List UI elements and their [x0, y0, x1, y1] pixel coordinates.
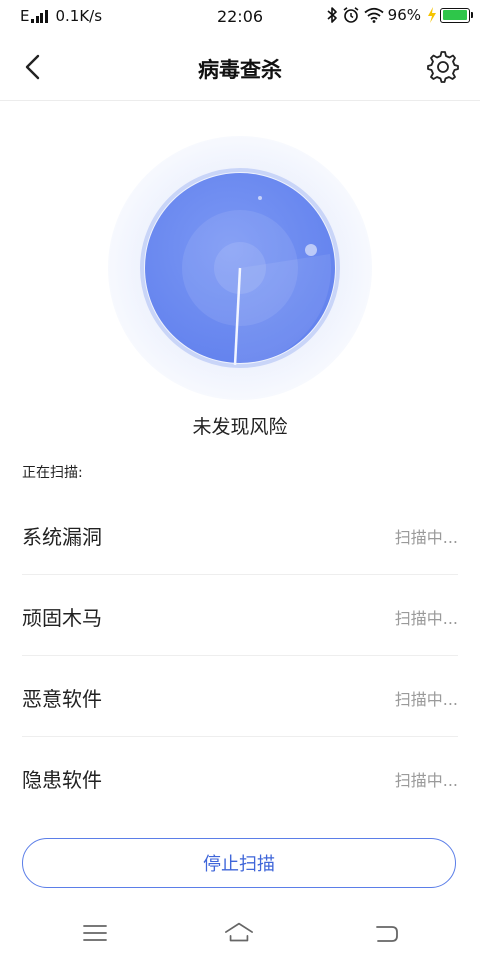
- scan-status-text: 未发现风险: [192, 416, 288, 438]
- nav-bar: 病毒查杀: [0, 34, 480, 101]
- status-bar: E 0.1K/s 22:06 96%: [0, 0, 480, 34]
- battery-icon: [440, 7, 473, 23]
- charging-icon: [428, 7, 436, 23]
- scan-item-status: 扫描中...: [394, 771, 458, 790]
- scan-item-status: 扫描中...: [394, 528, 458, 547]
- home-icon[interactable]: [224, 918, 254, 948]
- scan-list: 系统漏洞 扫描中... 顽固木马 扫描中... 恶意软件 扫描中... 隐患软件…: [22, 494, 458, 817]
- alarm-icon: [343, 7, 359, 23]
- scan-item: 恶意软件 扫描中...: [22, 656, 458, 737]
- system-nav-bar: [0, 908, 480, 960]
- status-right: 96%: [322, 6, 473, 24]
- scanning-label: 正在扫描:: [22, 465, 83, 481]
- radar-blip: [305, 244, 317, 256]
- scan-item-status: 扫描中...: [394, 690, 458, 709]
- scan-item-status: 扫描中...: [394, 609, 458, 628]
- menu-icon[interactable]: [80, 918, 110, 948]
- gear-icon[interactable]: [426, 50, 460, 84]
- battery-fill: [442, 10, 467, 20]
- page-title: 病毒查杀: [198, 58, 282, 82]
- radar-dot: [258, 196, 262, 200]
- bluetooth-icon: [327, 7, 337, 23]
- back-icon[interactable]: [372, 918, 402, 948]
- scan-item-name: 隐患软件: [22, 768, 102, 792]
- wifi-icon: [364, 7, 384, 23]
- stop-scan-button[interactable]: 停止扫描: [22, 838, 456, 888]
- list-fade: [0, 800, 480, 836]
- scan-item-name: 顽固木马: [22, 606, 102, 630]
- scan-radar: [108, 136, 372, 400]
- scan-item-name: 恶意软件: [22, 687, 102, 711]
- scan-item-name: 系统漏洞: [22, 525, 102, 549]
- scan-item: 顽固木马 扫描中...: [22, 575, 458, 656]
- battery-percent: 96%: [387, 6, 421, 24]
- scan-item: 系统漏洞 扫描中...: [22, 494, 458, 575]
